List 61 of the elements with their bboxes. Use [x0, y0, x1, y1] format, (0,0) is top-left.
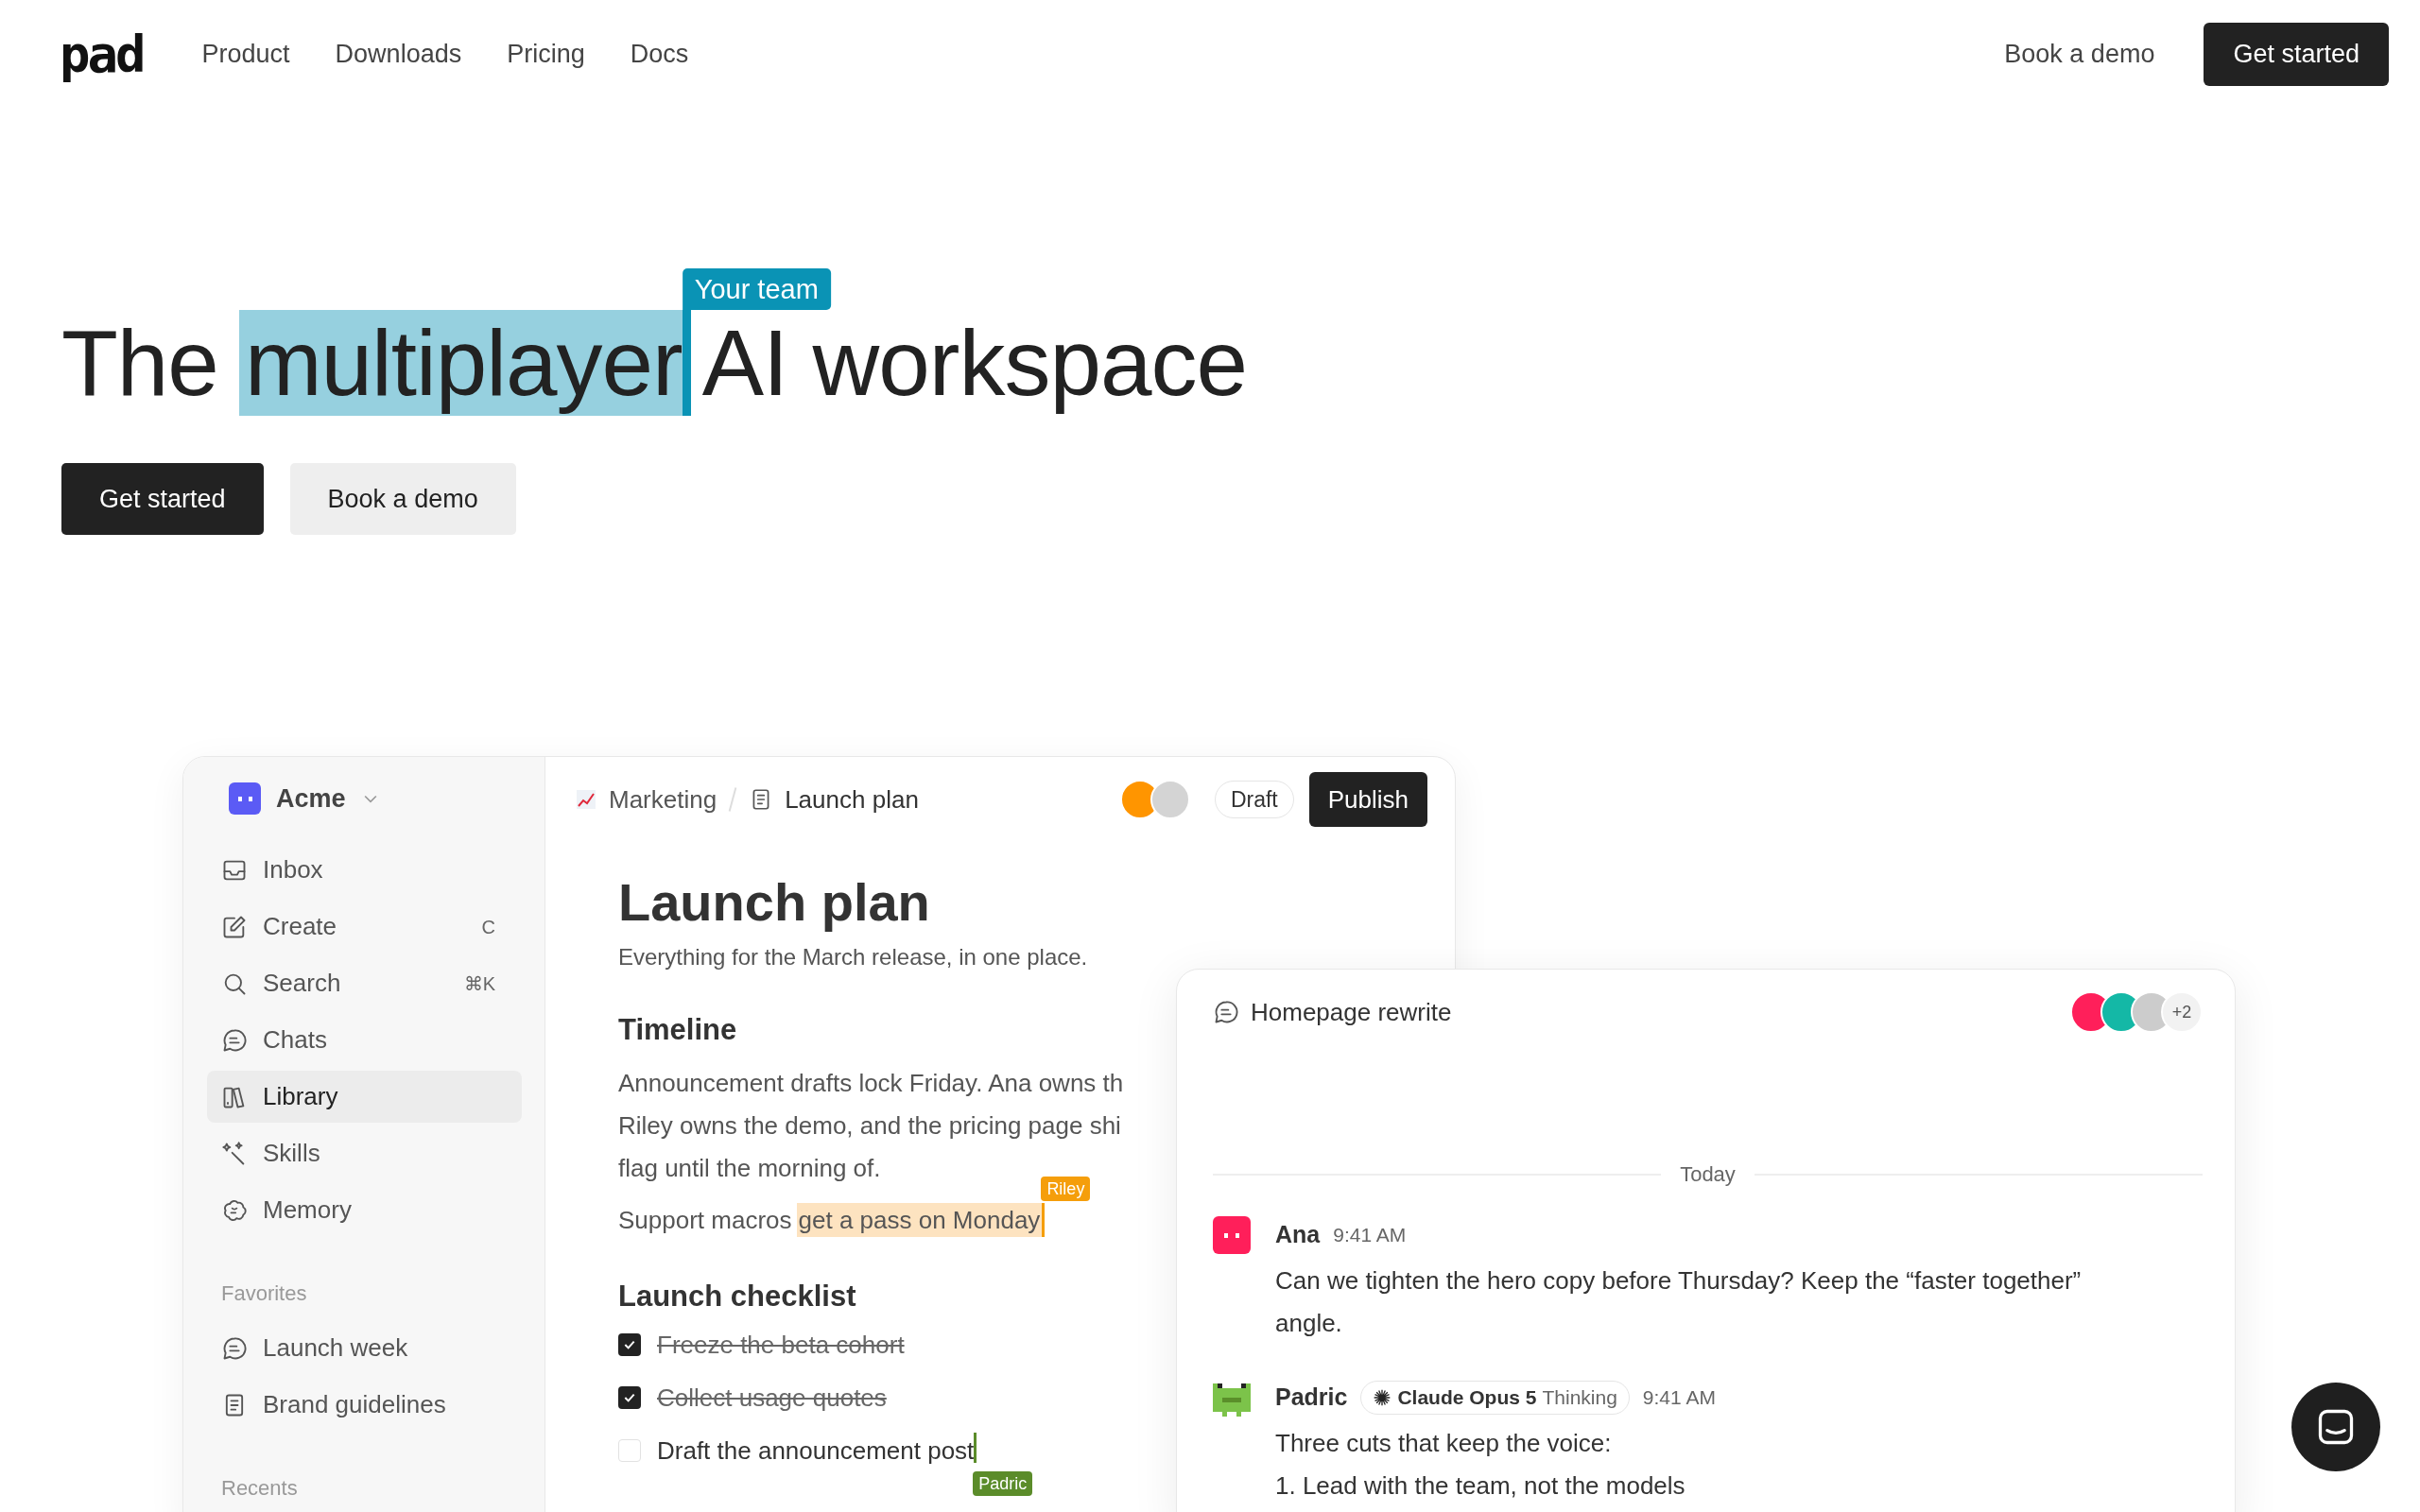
more-members-badge: +2	[2161, 991, 2203, 1033]
cursor-label: Riley	[1041, 1176, 1091, 1201]
sidebar-item[interactable]: Memory	[207, 1184, 522, 1236]
workspace-icon	[229, 782, 261, 815]
get-started-button[interactable]: Get started	[2204, 23, 2389, 86]
message-text: Can we tighten the hero copy before Thursday? Keep the “faster together” angle.	[1275, 1265, 2083, 1339]
list-item: 1. Lead with the team, not the models	[1275, 1470, 1686, 1502]
section-heading: Timeline	[618, 1012, 737, 1048]
nav-link[interactable]: Book a demo	[2004, 35, 2155, 74]
nav-link[interactable]: Downloads	[335, 35, 462, 74]
document-title: Launch plan	[618, 872, 931, 933]
chat-bubble-icon	[1213, 999, 1239, 1025]
checklist-item: Collect usage quotes	[657, 1382, 887, 1414]
headline-text: The	[61, 310, 218, 416]
sidebar-item[interactable]: Chats	[207, 1014, 522, 1066]
publish-button[interactable]: Publish	[1308, 772, 1427, 827]
cursor-label: Padric	[973, 1470, 1033, 1496]
headline-text: AI workspace	[701, 310, 1247, 416]
message-text: Three cuts that keep the voice:	[1275, 1428, 1613, 1459]
paragraph-text: Support macros	[618, 1204, 792, 1236]
sidebar-item[interactable]: Brand guidelines	[207, 1379, 522, 1431]
sidebar-item[interactable]: Library	[207, 1071, 522, 1123]
message-time: 9:41 AM	[1333, 1223, 1407, 1248]
shortcut-hint: ⌘K	[463, 971, 495, 996]
checkbox[interactable]	[618, 1333, 641, 1356]
shortcut-hint: C	[481, 915, 495, 939]
line-chart-icon	[575, 788, 597, 811]
asterisk-icon	[1373, 1388, 1392, 1407]
sidebar-item[interactable]: Skills	[207, 1127, 522, 1179]
sidebar-item[interactable]: Launch week	[207, 1322, 522, 1374]
sidebar-item[interactable]: Create C	[207, 901, 522, 953]
date-divider: Today	[1680, 1161, 1736, 1188]
section-heading: Favorites	[220, 1280, 308, 1307]
breadcrumb-link[interactable]: Launch plan	[785, 781, 919, 818]
section-heading: Recents	[220, 1475, 298, 1502]
workspace-name[interactable]: Acme	[276, 779, 346, 818]
document-subtitle: Everything for the March release, in one place.	[618, 943, 1089, 971]
cursor-label: Your team	[682, 268, 831, 310]
paragraph-line: Riley owns the demo, and the pricing page shi	[618, 1109, 1121, 1142]
highlighted-text: multiplayer	[238, 310, 683, 416]
logo[interactable]: pad	[60, 28, 144, 80]
sidebar-item[interactable]: Search ⌘K	[207, 957, 522, 1009]
sidebar-item[interactable]: Inbox	[207, 844, 522, 896]
book-demo-button[interactable]: Book a demo	[289, 463, 516, 535]
highlighted-text: get a pass on Monday	[796, 1202, 1043, 1237]
nav-link[interactable]: Product	[201, 35, 290, 74]
chat-title: Homepage rewrite	[1251, 996, 1452, 1028]
author-name: Ana	[1275, 1220, 1321, 1250]
message-time: 9:41 AM	[1642, 1385, 1716, 1411]
checkbox[interactable]	[618, 1386, 641, 1409]
checklist-item: Draft the announcement post	[657, 1435, 975, 1467]
checkbox[interactable]	[618, 1439, 641, 1462]
paragraph-line: flag until the morning of.	[618, 1152, 881, 1184]
paragraph-line: Announcement drafts lock Friday. Ana owns th	[618, 1067, 1124, 1099]
nav-link[interactable]: Docs	[630, 35, 689, 74]
author-name: Padric	[1275, 1383, 1348, 1413]
section-heading: Launch checklist	[618, 1278, 856, 1314]
get-started-button[interactable]: Get started	[61, 463, 264, 535]
nav-link[interactable]: Pricing	[507, 35, 585, 74]
checklist-item: Freeze the beta cohort	[657, 1329, 905, 1361]
breadcrumb-link[interactable]: Marketing	[609, 781, 717, 818]
